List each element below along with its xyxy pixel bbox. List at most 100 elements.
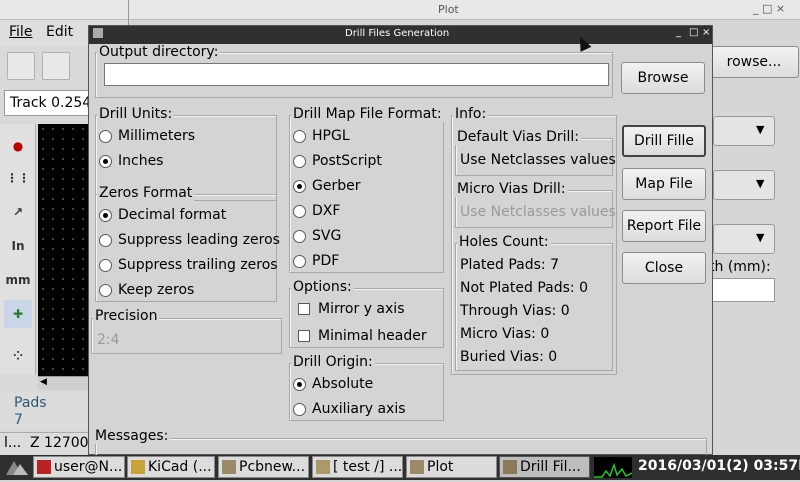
browse-button[interactable]: Browse <box>621 62 705 94</box>
plot-width-input[interactable] <box>709 278 775 302</box>
radio-suppress-trailing[interactable]: Suppress trailing zeros <box>99 255 278 275</box>
not-plated-pads-count: Not Plated Pads: 0 <box>460 280 588 296</box>
open-board-button[interactable] <box>42 52 70 80</box>
output-directory-input[interactable] <box>104 63 609 86</box>
pcbnew-icon <box>222 460 236 474</box>
task-terminal[interactable]: user@N... <box>33 456 125 478</box>
precision-value: 2:4 <box>97 332 120 348</box>
radio-inches[interactable]: Inches <box>99 151 163 171</box>
polar-coords-icon[interactable]: ↗ <box>4 198 32 226</box>
through-vias-count: Through Vias: 0 <box>460 303 570 319</box>
radio-auxiliary-axis[interactable]: Auxiliary axis <box>293 399 406 419</box>
radio-button-selected <box>99 208 112 222</box>
radio-button <box>293 229 306 243</box>
plot-dropdown-1[interactable]: ▼ <box>713 116 775 146</box>
task-drill-files[interactable]: Drill Fil... <box>499 456 590 478</box>
micro-vias-value: Use Netclasses values <box>460 204 616 220</box>
drill-file-button[interactable]: Drill Fille <box>622 125 706 157</box>
radio-millimeters[interactable]: Millimeters <box>99 126 195 146</box>
task-test[interactable]: [ test /] ... <box>312 456 403 478</box>
radio-button <box>293 154 306 168</box>
menu-file[interactable]: File <box>9 24 32 40</box>
drill-icon <box>503 460 517 474</box>
radio-button <box>99 258 112 272</box>
plot-icon <box>410 460 424 474</box>
radio-button <box>99 129 112 143</box>
new-board-button[interactable] <box>7 52 35 80</box>
task-pcbnew[interactable]: Pcbnew... <box>218 456 309 478</box>
checkbox-minimal-header[interactable]: Minimal header <box>298 326 427 346</box>
cursor-shape-icon[interactable]: ✚ <box>4 300 32 328</box>
radio-dxf[interactable]: DXF <box>293 201 340 221</box>
units-inches-icon[interactable]: In <box>4 232 32 260</box>
plot-titlebar: Plot _ □ × <box>129 0 800 20</box>
checkbox <box>298 330 310 342</box>
track-width-value: Track 0.254 <box>10 95 92 111</box>
radio-gerber[interactable]: Gerber <box>293 176 360 196</box>
radio-hpgl[interactable]: HPGL <box>293 126 350 146</box>
pads-value: 7 <box>14 412 23 428</box>
drill-files-dialog: Drill Files Generation _ □ × Output dire… <box>88 25 713 458</box>
plot-title: Plot <box>438 3 459 16</box>
clock[interactable]: 2016/03/01(2) 03:57PM <box>638 458 800 474</box>
radio-pdf[interactable]: PDF <box>293 251 339 271</box>
pcbnew-titlebar <box>0 0 128 20</box>
default-vias-label: Default Vias Drill: <box>455 129 582 145</box>
start-menu-icon[interactable] <box>4 458 30 477</box>
output-directory-label: Output directory: <box>97 44 221 60</box>
units-mm-icon[interactable]: mm <box>4 266 32 294</box>
kicad-icon <box>131 460 145 474</box>
drill-map-label: Drill Map File Format: <box>291 106 444 122</box>
plot-dropdown-3[interactable]: ▼ <box>713 224 775 254</box>
pad-display-icon[interactable]: ⁘ <box>4 342 32 370</box>
micro-vias-label: Micro Vias Drill: <box>455 181 568 197</box>
report-file-button[interactable]: Report File <box>622 210 706 242</box>
holes-count-label: Holes Count: <box>457 234 551 250</box>
chevron-down-icon: ▼ <box>756 177 765 190</box>
micro-vias-count: Micro Vias: 0 <box>460 326 550 342</box>
close-button[interactable]: Close <box>622 252 706 284</box>
task-kicad[interactable]: KiCad (... <box>127 456 215 478</box>
menu-edit[interactable]: Edit <box>46 24 73 40</box>
cpu-monitor-icon <box>594 457 633 478</box>
grid-icon[interactable]: ⋮⋮ <box>4 164 32 192</box>
checkbox <box>298 303 310 315</box>
radio-suppress-leading[interactable]: Suppress leading zeros <box>99 230 280 250</box>
radio-button-selected <box>293 377 306 391</box>
scroll-left-arrow-icon[interactable]: ◀ <box>40 377 47 387</box>
plated-pads-count: Plated Pads: 7 <box>460 257 559 273</box>
plot-window-controls[interactable]: _ □ × <box>753 2 785 15</box>
default-vias-value: Use Netclasses values <box>460 152 616 168</box>
radio-button <box>293 129 306 143</box>
radio-absolute[interactable]: Absolute <box>293 374 373 394</box>
radio-button <box>99 283 112 297</box>
taskbar: user@N... KiCad (... Pcbnew... [ test /]… <box>0 455 800 480</box>
drill-units-label: Drill Units: <box>97 106 175 122</box>
minimize-icon[interactable]: _ <box>676 27 681 38</box>
dialog-app-icon <box>93 28 103 38</box>
pads-label: Pads <box>14 395 47 411</box>
drc-icon[interactable]: ● <box>4 132 32 160</box>
maximize-icon[interactable]: □ <box>689 27 698 38</box>
coord-prefix: l... <box>4 435 22 451</box>
radio-button-selected <box>293 179 306 193</box>
radio-decimal-format[interactable]: Decimal format <box>99 205 226 225</box>
terminal-icon <box>37 460 51 474</box>
drill-origin-label: Drill Origin: <box>291 354 375 370</box>
radio-button-selected <box>99 154 112 168</box>
task-plot[interactable]: Plot <box>406 456 497 478</box>
plot-width-label: th (mm): <box>709 259 771 275</box>
precision-label: Precision <box>93 308 160 324</box>
plot-browse-button[interactable]: rowse... <box>709 46 799 78</box>
plot-dropdown-2[interactable]: ▼ <box>713 170 775 200</box>
dialog-title: Drill Files Generation <box>345 28 450 39</box>
radio-postscript[interactable]: PostScript <box>293 151 382 171</box>
map-file-button[interactable]: Map File <box>622 168 706 200</box>
checkbox-mirror-y[interactable]: Mirror y axis <box>298 299 404 319</box>
dialog-titlebar[interactable]: Drill Files Generation _ □ × <box>89 26 712 44</box>
radio-svg[interactable]: SVG <box>293 226 341 246</box>
zeros-format-label: Zeros Format <box>97 185 195 201</box>
radio-keep-zeros[interactable]: Keep zeros <box>99 280 194 300</box>
document-icon <box>316 460 330 474</box>
close-icon[interactable]: × <box>702 27 710 38</box>
